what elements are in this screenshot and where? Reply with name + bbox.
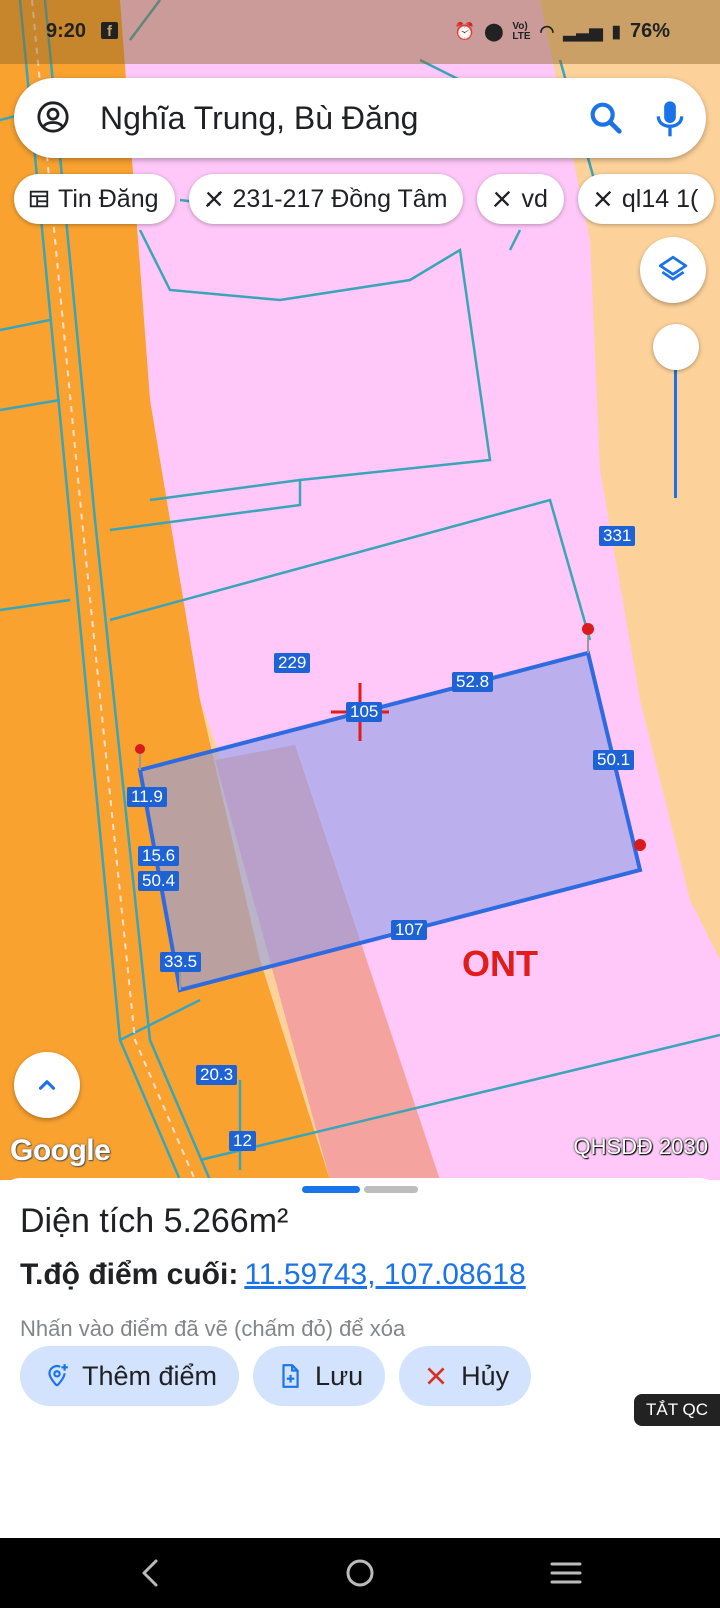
measure-label: 33.5 xyxy=(160,952,202,972)
layers-icon xyxy=(658,255,688,281)
overlay-name: QHSDĐ 2030 xyxy=(573,1134,708,1159)
save-label: Lưu xyxy=(315,1360,364,1391)
vertex-marker xyxy=(634,839,646,851)
opacity-slider-thumb[interactable] xyxy=(653,324,699,370)
sheet-handle[interactable] xyxy=(364,1186,418,1193)
google-logo: Google xyxy=(10,1134,111,1167)
location-icon: ⬤ xyxy=(484,21,504,41)
note-add-icon xyxy=(282,1364,299,1388)
layers-button[interactable] xyxy=(640,237,706,303)
add-location-icon xyxy=(48,1364,68,1387)
measure-label: 11.9 xyxy=(127,787,167,807)
chip-measurement[interactable]: ql14 1( xyxy=(577,174,715,224)
opacity-slider-track[interactable] xyxy=(674,348,677,498)
chip-measurement[interactable]: 231-217 Đồng Tâm xyxy=(188,174,464,224)
facebook-icon: f xyxy=(101,22,118,40)
measure-label: 50.4 xyxy=(138,871,180,891)
measure-label: 50.1 xyxy=(593,750,635,770)
close-icon xyxy=(427,1367,445,1385)
table-icon xyxy=(29,190,49,208)
area-text: Diện tích 5.266m² xyxy=(20,1202,289,1240)
parcel-number: 12 xyxy=(229,1131,256,1151)
parcel-number: 229 xyxy=(274,653,311,673)
chip-label: Tin Đăng xyxy=(58,184,159,213)
vertex-marker xyxy=(135,744,145,754)
account-circle-icon[interactable] xyxy=(36,100,70,134)
endpoint-row: T.độ điểm cuối: 11.59743, 107.08618 xyxy=(20,1258,526,1292)
sheet-handle[interactable] xyxy=(302,1186,360,1193)
cancel-button[interactable]: Hủy xyxy=(399,1346,532,1406)
chip-tin-dang[interactable]: Tin Đăng xyxy=(14,174,175,224)
chevron-up-icon xyxy=(38,1080,56,1090)
cancel-label: Hủy xyxy=(461,1360,510,1391)
search-input[interactable]: Nghĩa Trung, Bù Đăng xyxy=(100,100,418,137)
status-time: 9:20 xyxy=(46,20,87,42)
chip-measurement[interactable]: vd xyxy=(477,174,564,224)
alarm-icon: ⏰ xyxy=(454,21,476,41)
measure-label: 107 xyxy=(391,920,428,940)
parcel-number: 331 xyxy=(599,526,636,546)
add-point-label: Thêm điểm xyxy=(82,1360,218,1391)
chip-label: 231-217 Đồng Tâm xyxy=(232,184,448,213)
search-bar[interactable]: Nghĩa Trung, Bù Đăng xyxy=(14,78,706,158)
ruler-icon xyxy=(594,190,612,208)
endpoint-coords-link[interactable]: 11.59743, 107.08618 xyxy=(244,1258,525,1291)
volte-icon: Vo) LTE xyxy=(512,20,531,42)
parcel-number: 105 xyxy=(346,702,383,722)
hint-text: Nhấn vào điểm đã vẽ (chấm đỏ) để xóa xyxy=(20,1316,406,1341)
endpoint-label: T.độ điểm cuối: xyxy=(20,1258,239,1291)
add-point-button[interactable]: Thêm điểm xyxy=(20,1346,240,1406)
status-icons: ⏰ ⬤ Vo) LTE ◠ ▂▃▅ ▮ 76% xyxy=(454,20,670,43)
vertex-marker xyxy=(582,623,594,635)
battery-icon: ▮ xyxy=(611,21,621,41)
chip-label: vd xyxy=(521,184,548,213)
ruler-icon xyxy=(494,190,511,208)
disable-ads-button[interactable]: TẮT QC xyxy=(634,1394,720,1426)
measure-label: 15.6 xyxy=(138,846,180,866)
search-icon[interactable] xyxy=(586,98,626,138)
recents-icon[interactable] xyxy=(526,1538,606,1608)
action-buttons: Thêm điểm Lưu Hủy xyxy=(20,1346,532,1406)
zone-label: ONT xyxy=(462,943,538,984)
battery-level: 76% xyxy=(629,20,670,42)
chip-label: ql14 1( xyxy=(621,184,699,213)
status-bar: 9:20 f ⏰ ⬤ Vo) LTE ◠ ▂▃▅ ▮ 76% xyxy=(0,0,720,64)
measure-label: 52.8 xyxy=(452,672,494,692)
mic-icon[interactable] xyxy=(650,96,690,140)
parcel-number: 20.3 xyxy=(196,1065,238,1085)
save-button[interactable]: Lưu xyxy=(253,1346,386,1406)
ruler-icon xyxy=(205,190,222,208)
expand-button[interactable] xyxy=(14,1052,80,1118)
bottom-sheet: Diện tích 5.266m² T.độ điểm cuối: 11.5974… xyxy=(0,1178,720,1538)
saved-measurements-chips: Tin Đăng 231-217 Đồng Tâm vd ql14 1( xyxy=(14,174,720,226)
back-icon[interactable] xyxy=(110,1538,190,1608)
home-icon[interactable] xyxy=(320,1538,400,1608)
system-nav-bar xyxy=(0,1538,720,1608)
wifi-icon: ◠ xyxy=(539,21,555,41)
signal-icon: ▂▃▅ xyxy=(563,21,603,41)
